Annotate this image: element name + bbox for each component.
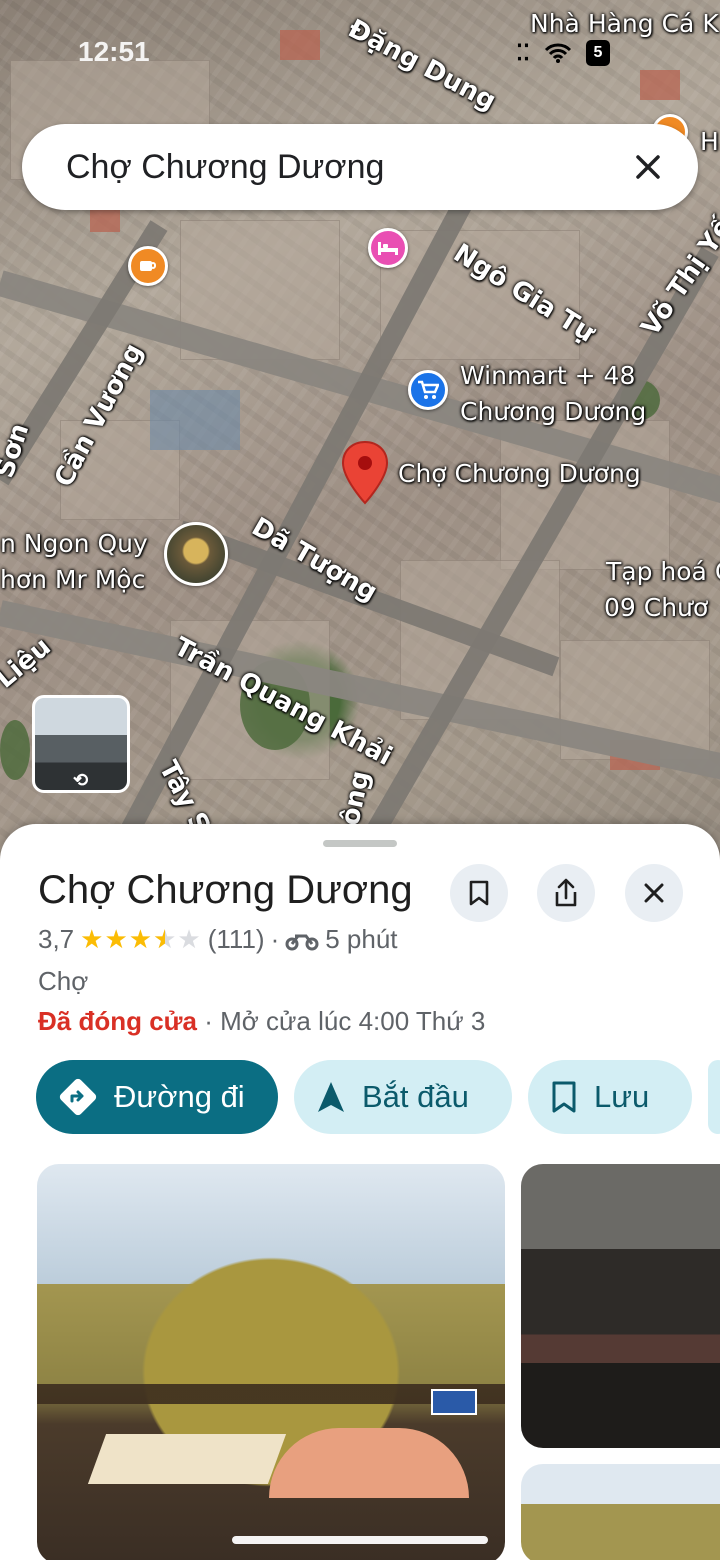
search-input[interactable]: Chợ Chương Dương bbox=[66, 148, 628, 187]
photo-thumbnail[interactable] bbox=[521, 1164, 720, 1448]
navigation-arrow-icon bbox=[318, 1082, 344, 1112]
poi-label: Nhà Hàng Cá K bbox=[530, 9, 719, 38]
wifi-icon bbox=[544, 43, 572, 63]
action-buttons: Đường đi Bắt đầu Lưu bbox=[36, 1060, 720, 1134]
building-roof bbox=[640, 70, 680, 100]
share-button[interactable] bbox=[537, 864, 595, 922]
coffee-cup-icon bbox=[140, 261, 156, 271]
street-label: Liệu bbox=[0, 631, 57, 695]
photo-main[interactable] bbox=[37, 1164, 505, 1560]
signal-icon: ⁚⁚ bbox=[516, 40, 530, 65]
save-icon-button[interactable] bbox=[450, 864, 508, 922]
tree-area bbox=[0, 720, 30, 780]
selected-place-label: Chợ Chương Dương bbox=[398, 459, 641, 488]
street-view-rotate-icon: ⟲ bbox=[73, 770, 89, 790]
rating-row[interactable]: 3,7 ★★★★★★ (111) · 5 phút bbox=[38, 924, 398, 955]
photo-detail bbox=[87, 1434, 287, 1484]
share-icon bbox=[555, 878, 577, 907]
street-label: Đặng Dung bbox=[342, 13, 501, 117]
photo-thumbnail[interactable] bbox=[521, 1464, 720, 1560]
bookmark-icon bbox=[469, 880, 489, 906]
status-icons: ⁚⁚ 5 bbox=[516, 40, 610, 66]
save-button[interactable]: Lưu bbox=[528, 1060, 692, 1134]
close-sheet-button[interactable] bbox=[625, 864, 683, 922]
poi-label: H bbox=[700, 127, 719, 156]
home-indicator[interactable] bbox=[232, 1536, 488, 1544]
place-category: Chợ bbox=[38, 966, 89, 996]
photo-poi-marker[interactable] bbox=[164, 522, 228, 586]
hotel-poi-marker[interactable] bbox=[368, 228, 408, 268]
start-label: Bắt đầu bbox=[362, 1079, 469, 1114]
street-view-thumbnail[interactable]: ⟲ bbox=[32, 695, 130, 793]
poi-label: Chương Dương bbox=[460, 397, 647, 426]
poi-label: n Ngon Quy bbox=[0, 529, 148, 558]
shopping-poi-marker[interactable] bbox=[408, 370, 448, 410]
building-roof bbox=[150, 390, 240, 450]
motorbike-icon bbox=[285, 934, 319, 950]
status-time: 12:51 bbox=[78, 36, 150, 67]
save-label: Lưu bbox=[594, 1079, 650, 1114]
building-roof bbox=[90, 210, 120, 232]
rating-stars-icon: ★★★★★★ bbox=[80, 924, 202, 954]
opening-hours[interactable]: Đã đóng cửa · Mở cửa lúc 4:00 Thứ 3 bbox=[38, 1006, 485, 1037]
shopping-cart-icon bbox=[418, 380, 439, 399]
closed-status: Đã đóng cửa bbox=[38, 1006, 197, 1036]
poi-label: 09 Chươ bbox=[604, 593, 709, 622]
selected-location-pin-icon[interactable] bbox=[340, 440, 390, 506]
rating-value: 3,7 bbox=[38, 924, 75, 954]
cafe-poi-marker[interactable] bbox=[128, 246, 168, 286]
photo-detail bbox=[431, 1389, 477, 1415]
start-navigation-button[interactable]: Bắt đầu bbox=[294, 1060, 512, 1134]
bookmark-icon bbox=[552, 1081, 576, 1113]
map-view[interactable]: Đặng Dung Ngô Gia Tự Võ Thị Yến Cần Vươn… bbox=[0, 0, 720, 900]
directions-label: Đường đi bbox=[114, 1079, 245, 1114]
bed-icon bbox=[378, 242, 398, 255]
separator: · bbox=[270, 924, 280, 954]
directions-icon bbox=[59, 1078, 97, 1116]
more-actions-button[interactable] bbox=[708, 1060, 720, 1134]
travel-time: 5 phút bbox=[325, 924, 398, 954]
photo-detail bbox=[269, 1428, 469, 1498]
close-icon[interactable] bbox=[628, 147, 668, 187]
poi-label: Tạp hoá C bbox=[606, 557, 720, 586]
directions-button[interactable]: Đường đi bbox=[36, 1060, 278, 1134]
poi-label: Winmart + 48 bbox=[460, 361, 636, 390]
battery-icon: 5 bbox=[586, 40, 610, 66]
place-title: Chợ Chương Dương bbox=[38, 868, 413, 912]
place-details-sheet[interactable]: Chợ Chương Dương 3,7 ★★★★★★ (111) · 5 ph… bbox=[0, 824, 720, 1560]
drag-handle[interactable] bbox=[323, 840, 397, 847]
close-icon bbox=[644, 883, 664, 903]
building-roof bbox=[280, 30, 320, 60]
opening-time-info: · Mở cửa lúc 4:00 Thứ 3 bbox=[204, 1006, 486, 1036]
poi-label: hơn Mr Mộc bbox=[0, 565, 146, 594]
search-bar[interactable]: Chợ Chương Dương bbox=[22, 124, 698, 210]
photo-gallery[interactable] bbox=[37, 1164, 720, 1560]
review-count[interactable]: (111) bbox=[208, 924, 265, 955]
